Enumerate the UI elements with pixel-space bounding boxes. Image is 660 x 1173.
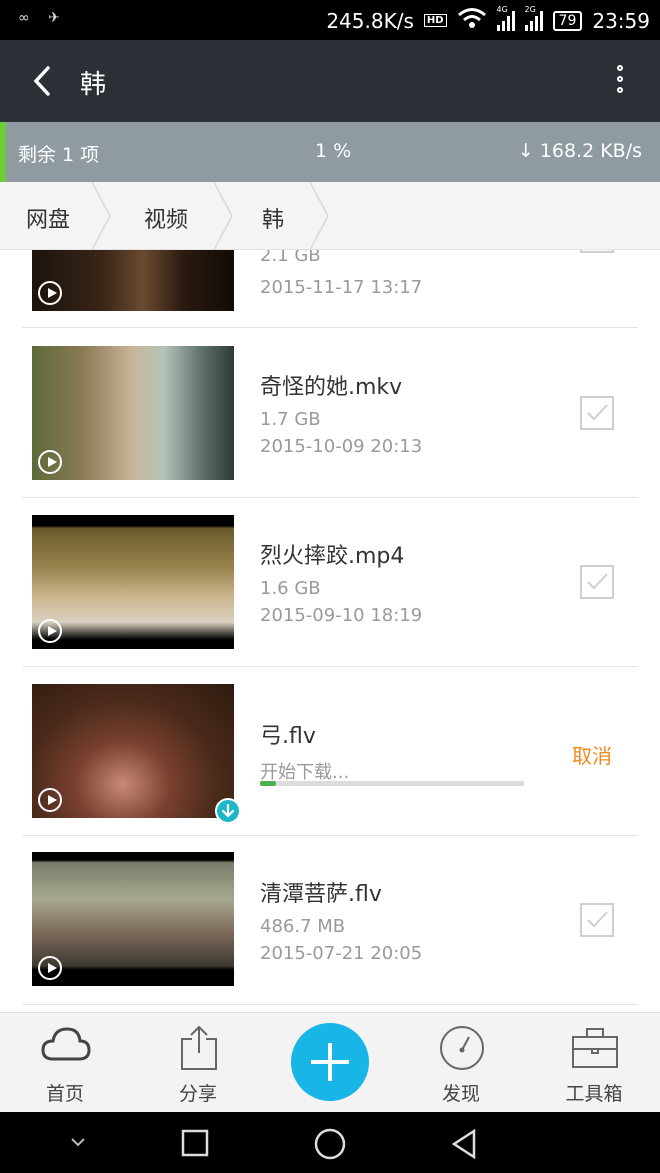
compass-icon	[440, 1026, 484, 1070]
download-progress-fill	[260, 781, 276, 786]
hd-icon: HD	[423, 14, 447, 27]
play-icon	[38, 956, 62, 980]
breadcrumb-item-current[interactable]: 韩	[262, 202, 284, 234]
file-name: 清潭菩萨.flv	[260, 882, 382, 907]
more-vertical-icon	[617, 65, 623, 71]
video-thumbnail	[32, 852, 234, 986]
transfer-status-bar[interactable]: 剩余 1 项 1 % ↓ 168.2 KB/s	[0, 122, 660, 182]
file-name: 奇怪的她.mkv	[260, 375, 403, 400]
row-checkbox[interactable]	[580, 250, 614, 253]
video-thumbnail	[32, 684, 234, 818]
transfer-speed: ↓ 168.2 KB/s	[517, 140, 642, 162]
bottom-nav: 首页 分享 发现 工具箱	[0, 1012, 660, 1112]
file-name: 烈火摔跤.mp4	[260, 544, 405, 569]
recent-apps-icon[interactable]	[180, 1128, 210, 1158]
breadcrumb-separator-icon	[310, 182, 329, 250]
file-size: 2.1 GB	[260, 250, 321, 266]
bird-icon: ✈	[48, 10, 60, 26]
file-size: 486.7 MB	[260, 916, 346, 937]
file-date: 2015-11-17 13:17	[260, 277, 423, 298]
signal-2g-icon: 2G	[524, 5, 543, 31]
toolbox-icon	[572, 1028, 618, 1068]
row-checkbox[interactable]	[580, 903, 614, 937]
file-name: 弓.flv	[260, 724, 316, 749]
video-thumbnail	[32, 250, 234, 311]
breadcrumb-item-video[interactable]: 视频	[144, 202, 188, 234]
home-circle-icon[interactable]	[313, 1128, 347, 1160]
battery-indicator: 79	[552, 10, 583, 31]
file-list[interactable]: 2.1 GB 2015-11-17 13:17 奇怪的她.mkv 1.7 GB …	[0, 250, 660, 1012]
play-icon	[38, 450, 62, 474]
nav-home-label: 首页	[45, 1083, 84, 1105]
checkmark-icon	[587, 404, 608, 421]
list-item[interactable]: 2.1 GB 2015-11-17 13:17	[22, 250, 638, 328]
file-size: 1.7 GB	[260, 409, 321, 430]
nav-home[interactable]: 首页	[15, 1013, 115, 1113]
checkmark-icon	[582, 250, 612, 251]
row-checkbox[interactable]	[580, 396, 614, 430]
chevron-left-icon	[33, 66, 50, 96]
breadcrumb: 网盘 视频 韩	[0, 182, 660, 250]
play-icon	[38, 281, 62, 305]
signal-4g-icon: 4G	[496, 5, 515, 31]
nav-share[interactable]: 分享	[148, 1013, 248, 1113]
transfer-accent	[0, 122, 6, 182]
signal-2g-label: 2G	[524, 4, 536, 14]
title-bar: 韩	[0, 40, 660, 122]
play-icon	[38, 788, 62, 812]
transfer-percent: 1 %	[315, 140, 352, 162]
nav-toolbox-label: 工具箱	[565, 1083, 623, 1105]
breadcrumb-separator-icon	[214, 182, 233, 250]
checkmark-icon	[587, 911, 608, 928]
list-item[interactable]: 烈火摔跤.mp4 1.6 GB 2015-09-10 18:19	[22, 498, 638, 667]
download-progress-bar	[260, 781, 524, 786]
transfer-remaining: 剩余 1 项	[18, 144, 100, 166]
nav-share-label: 分享	[178, 1083, 217, 1105]
file-size: 1.6 GB	[260, 578, 321, 599]
nav-discover[interactable]: 发现	[411, 1013, 511, 1113]
add-button[interactable]	[291, 1023, 369, 1101]
clock: 23:59	[592, 8, 650, 33]
nav-discover-label: 发现	[441, 1083, 480, 1105]
wifi-icon	[457, 7, 487, 34]
more-options-button[interactable]	[610, 62, 630, 102]
chevron-down-icon[interactable]	[66, 1128, 90, 1156]
share-icon	[181, 1025, 217, 1070]
download-badge-icon	[215, 798, 241, 824]
page-title: 韩	[80, 70, 107, 100]
nav-toolbox[interactable]: 工具箱	[544, 1013, 644, 1113]
cancel-download-button[interactable]: 取消	[572, 740, 612, 769]
video-thumbnail	[32, 515, 234, 649]
status-notification-icons: ∞ ✈	[18, 10, 74, 26]
back-triangle-icon[interactable]	[448, 1128, 480, 1160]
file-date: 2015-09-10 18:19	[260, 605, 423, 626]
cloud-icon	[41, 1027, 91, 1061]
checkmark-icon	[587, 573, 608, 590]
system-nav-bar	[0, 1112, 660, 1173]
file-date: 2015-07-21 20:05	[260, 943, 423, 964]
video-thumbnail	[32, 346, 234, 480]
network-speed: 245.8K/s	[326, 8, 414, 33]
play-icon	[38, 619, 62, 643]
file-date: 2015-10-09 20:13	[260, 436, 423, 457]
breadcrumb-item-netdisk[interactable]: 网盘	[26, 202, 70, 234]
status-bar: ∞ ✈ 245.8K/s HD 4G 2G 79 23:59	[0, 0, 660, 40]
link-icon: ∞	[18, 10, 30, 26]
list-item[interactable]: 清潭菩萨.flv 486.7 MB 2015-07-21 20:05	[22, 836, 638, 1005]
breadcrumb-separator-icon	[92, 182, 111, 250]
list-item-downloading[interactable]: 弓.flv 开始下载... 取消	[22, 667, 638, 836]
back-button[interactable]	[28, 64, 58, 98]
row-checkbox[interactable]	[580, 565, 614, 599]
list-item[interactable]: 奇怪的她.mkv 1.7 GB 2015-10-09 20:13	[22, 329, 638, 498]
signal-4g-label: 4G	[496, 4, 508, 14]
